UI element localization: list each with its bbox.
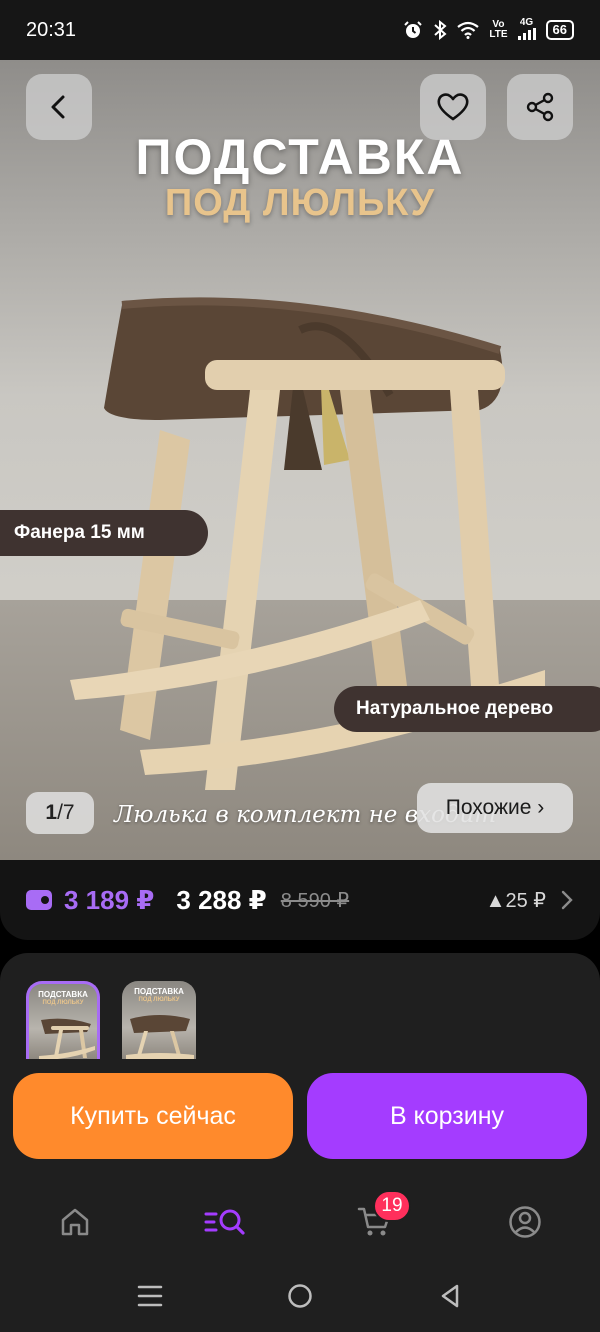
volte-lte: LTE [489, 29, 508, 40]
nav-profile[interactable] [503, 1200, 547, 1244]
cart-count-badge: 19 [373, 1190, 411, 1222]
variant-thumbnail-selected[interactable]: ПОДСТАВКА ПОД ЛЮЛЬКУ [26, 981, 100, 1059]
image-counter: 1/7 [26, 792, 94, 834]
product-image-carousel[interactable]: ПОДСТАВКА ПОД ЛЮЛЬКУ Фанера 15 мм Натура… [0, 60, 600, 860]
network-type: 4G [519, 16, 534, 28]
price: 3 288 ₽ [176, 884, 267, 915]
back-button[interactable] [26, 74, 92, 140]
share-icon [526, 92, 554, 122]
bottom-nav [0, 1190, 600, 1252]
profile-icon [509, 1206, 541, 1238]
hero-subtitle: ПОД ЛЮЛЬКУ [164, 182, 436, 224]
alarm-icon [404, 21, 423, 38]
favorite-button[interactable] [420, 74, 486, 140]
nav-home[interactable] [53, 1200, 97, 1244]
circle-icon [288, 1284, 312, 1308]
menu-icon [137, 1285, 163, 1307]
status-icons: Vo LTE 4G 66 [403, 16, 574, 43]
price-change: ▲25 ₽ [485, 889, 546, 912]
volte-indicator: Vo LTE [489, 20, 507, 40]
system-menu-button[interactable] [130, 1276, 170, 1316]
hero-title: ПОДСТАВКА [135, 129, 465, 185]
signal-icon [517, 27, 536, 40]
wifi-icon [457, 21, 480, 39]
system-back-button[interactable] [430, 1276, 470, 1316]
thumbnail-photo [39, 1018, 95, 1059]
system-home-button[interactable] [280, 1276, 320, 1316]
similar-button[interactable]: Похожие › [417, 783, 573, 833]
counter-current: 1 [45, 801, 58, 824]
catalog-search-icon [204, 1209, 245, 1235]
old-price: 8 590 ₽ [280, 889, 350, 912]
add-to-cart-button[interactable]: В корзину [307, 1073, 587, 1159]
system-nav-bar [0, 1252, 600, 1332]
price-bar[interactable]: 3 189 ₽ 3 288 ₽ 8 590 ₽ ▲25 ₽ [0, 860, 600, 940]
chevron-left-icon [51, 95, 65, 119]
nav-catalog-search[interactable] [203, 1200, 247, 1244]
chevron-right-icon [561, 890, 573, 910]
buy-now-button[interactable]: Купить сейчас [13, 1073, 293, 1159]
heart-icon [437, 93, 469, 121]
network-indicator: 4G [517, 16, 536, 43]
counter-total: 7 [62, 801, 75, 824]
tag-natural-wood: Натуральное дерево [334, 686, 600, 732]
triangle-back-icon [441, 1284, 459, 1308]
battery-icon: 66 [545, 20, 574, 40]
bluetooth-icon [434, 20, 447, 40]
status-bar: 20:31 Vo LTE 4G 66 [0, 0, 600, 60]
status-time: 20:31 [26, 18, 77, 41]
share-button[interactable] [507, 74, 573, 140]
home-icon [61, 1208, 89, 1236]
variant-thumbnail[interactable]: ПОДСТАВКА ПОД ЛЮЛЬКУ [122, 981, 196, 1059]
wallet-icon [26, 890, 52, 910]
thumbnail-photo [126, 1015, 194, 1059]
tag-plywood: Фанера 15 мм [0, 510, 208, 556]
wallet-price: 3 189 ₽ [64, 884, 155, 915]
